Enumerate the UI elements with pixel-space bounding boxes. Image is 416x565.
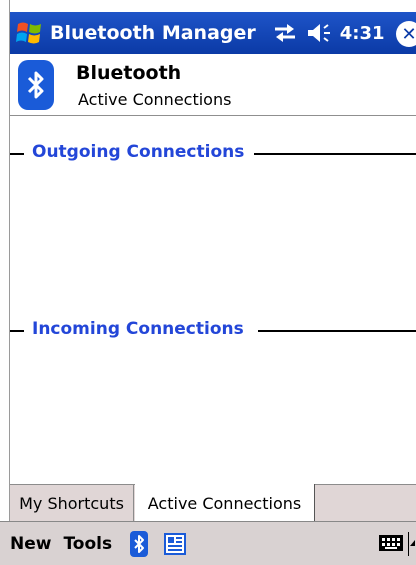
tab-my-shortcuts[interactable]: My Shortcuts (10, 485, 134, 522)
tools-menu[interactable]: Tools (63, 534, 112, 554)
keyboard-icon[interactable] (378, 533, 404, 553)
app-title: Bluetooth Manager (50, 22, 256, 44)
clock[interactable]: 4:31 (340, 23, 385, 44)
page-header: Bluetooth Active Connections (10, 54, 416, 116)
outgoing-section-header: Outgoing Connections (10, 142, 416, 164)
left-border (0, 0, 10, 565)
outgoing-connections-label: Outgoing Connections (32, 142, 245, 162)
separator-line (258, 330, 416, 332)
bluetooth-icon[interactable] (130, 530, 149, 557)
page-subtitle: Active Connections (78, 90, 232, 109)
menu-bar: New Tools (0, 521, 416, 565)
speaker-icon[interactable] (306, 20, 334, 46)
document-icon[interactable] (164, 532, 187, 555)
tab-bar: My Shortcuts Active Connections (10, 484, 416, 522)
title-bar: Bluetooth Manager 4:31 ✕ (10, 12, 416, 54)
incoming-section-header: Incoming Connections (10, 319, 416, 341)
sync-arrows-icon[interactable] (272, 20, 298, 46)
separator-line (10, 153, 24, 155)
separator-line (254, 153, 416, 155)
screen: Bluetooth Manager 4:31 ✕ Bluetooth Activ… (0, 0, 416, 565)
close-icon[interactable]: ✕ (396, 21, 416, 47)
input-panel-arrow-icon[interactable] (408, 532, 416, 556)
page-title: Bluetooth (76, 62, 182, 84)
new-menu[interactable]: New (10, 534, 51, 554)
incoming-connections-label: Incoming Connections (32, 319, 244, 339)
separator-line (10, 330, 24, 332)
tab-active-connections[interactable]: Active Connections (135, 484, 315, 522)
bluetooth-icon (18, 60, 54, 110)
windows-flag-icon[interactable] (10, 12, 50, 54)
